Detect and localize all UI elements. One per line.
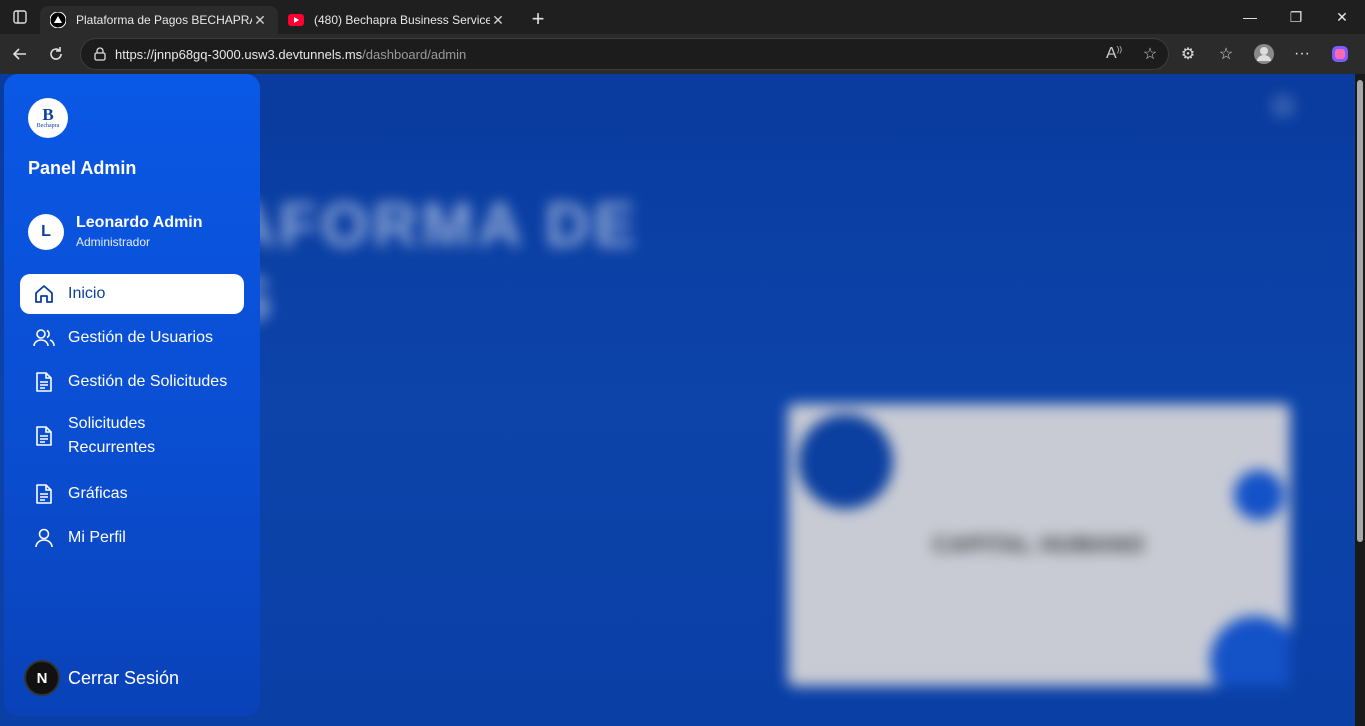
- sidebar-item-recurrentes[interactable]: Solicitudes Recurrentes: [20, 406, 244, 466]
- browser-toolbar: https://jnnp68gq-3000.usw3.devtunnels.ms…: [0, 34, 1365, 74]
- logout-avatar: N: [24, 660, 60, 696]
- sidebar-item-graficas[interactable]: Gráficas: [20, 474, 244, 514]
- sidebar-item-solicitudes[interactable]: Gestión de Solicitudes: [20, 362, 244, 402]
- tab-actions-icon: [13, 10, 27, 24]
- minimize-icon[interactable]: —: [1227, 0, 1273, 34]
- document-icon: [20, 425, 68, 447]
- url-host: https://jnnp68gq-3000.usw3.devtunnels.ms: [115, 46, 363, 62]
- address-bar[interactable]: https://jnnp68gq-3000.usw3.devtunnels.ms…: [80, 38, 1169, 70]
- extensions-icon[interactable]: ⚙: [1169, 38, 1207, 70]
- hero-title-line: S: [230, 263, 639, 337]
- sidebar-item-label: Gestión de Usuarios: [68, 329, 213, 346]
- close-window-icon[interactable]: ✕: [1319, 0, 1365, 34]
- document-icon: [20, 483, 68, 505]
- user-icon: [20, 527, 68, 549]
- copilot-icon[interactable]: [1321, 38, 1359, 70]
- decorative-dot: [1271, 94, 1295, 118]
- user-name: Leonardo Admin: [76, 214, 203, 231]
- url-path: /dashboard/admin: [362, 46, 467, 62]
- sidebar-item-label: Mi Perfil: [68, 529, 126, 546]
- home-icon: [20, 283, 68, 305]
- read-aloud-icon[interactable]: A)): [1096, 45, 1132, 63]
- page-viewport: AFORMA DE S CAPITAL HUMANO B Bechapra Pa…: [0, 74, 1365, 726]
- restore-icon[interactable]: ❐: [1273, 0, 1319, 34]
- decorative-circle: [1234, 470, 1284, 520]
- youtube-favicon-icon: [288, 12, 304, 28]
- back-button[interactable]: [4, 38, 36, 70]
- url-text: https://jnnp68gq-3000.usw3.devtunnels.ms…: [115, 47, 1096, 62]
- bechapra-logo: B Bechapra: [28, 98, 68, 138]
- logout-label: Cerrar Sesión: [68, 667, 180, 688]
- sidebar-item-label: Solicitudes Recurrentes: [68, 415, 156, 456]
- logo-text: Bechapra: [36, 123, 60, 129]
- close-tab-icon[interactable]: ✕: [490, 12, 506, 28]
- new-tab-button[interactable]: +: [522, 5, 554, 33]
- hero-illustration-card: CAPITAL HUMANO: [788, 404, 1290, 686]
- user-role: Administrador: [76, 235, 151, 249]
- close-tab-icon[interactable]: ✕: [252, 12, 268, 28]
- more-options-icon[interactable]: ···: [1283, 38, 1321, 70]
- window-controls: — ❐ ✕: [1227, 0, 1365, 34]
- page-scrollbar[interactable]: [1355, 74, 1365, 726]
- toolbar-right-buttons: ⚙ ☆ ···: [1169, 38, 1359, 70]
- admin-sidebar: B Bechapra Panel Admin L Leonardo Admin …: [4, 74, 260, 716]
- favorites-icon[interactable]: ☆: [1207, 38, 1245, 70]
- tab-title: Plataforma de Pagos BECHAPRA: [76, 13, 252, 27]
- browser-tabbar: Plataforma de Pagos BECHAPRA ✕ (480) Bec…: [0, 0, 1365, 34]
- hero-title: AFORMA DE S: [230, 189, 639, 337]
- tab-title: (480) Bechapra Business Services: [314, 13, 490, 27]
- triangle-favicon-icon: [50, 12, 66, 28]
- sidebar-item-label: Gráficas: [68, 485, 128, 502]
- document-icon: [20, 371, 68, 393]
- sidebar-item-perfil[interactable]: Mi Perfil: [20, 518, 244, 558]
- site-info-icon[interactable]: [85, 47, 115, 61]
- logout-button[interactable]: N Cerrar Sesión: [24, 660, 179, 696]
- tab-plataforma[interactable]: Plataforma de Pagos BECHAPRA ✕: [40, 6, 278, 34]
- sidebar-item-label: Gestión de Solicitudes: [68, 373, 228, 390]
- panel-title: Panel Admin: [28, 158, 137, 178]
- decorative-circle: [1210, 616, 1290, 686]
- sidebar-item-inicio[interactable]: Inicio: [20, 274, 244, 314]
- reload-icon: [50, 47, 62, 60]
- tab-actions-button[interactable]: [0, 0, 40, 34]
- hero-title-line: AFORMA DE: [230, 191, 640, 260]
- logo-letter: B: [42, 105, 54, 124]
- card-caption: CAPITAL HUMANO: [932, 532, 1146, 557]
- scrollbar-thumb[interactable]: [1357, 80, 1363, 542]
- favorite-star-icon[interactable]: ☆: [1132, 44, 1168, 64]
- sidebar-item-usuarios[interactable]: Gestión de Usuarios: [20, 318, 244, 358]
- sidebar-item-label: Inicio: [68, 285, 106, 302]
- users-icon: [20, 327, 68, 349]
- tab-youtube[interactable]: (480) Bechapra Business Services ✕: [278, 6, 516, 34]
- decorative-circle: [798, 414, 893, 509]
- profile-avatar-icon[interactable]: [1245, 38, 1283, 70]
- user-avatar: L: [28, 214, 64, 250]
- back-arrow-icon: [12, 48, 26, 60]
- reload-button[interactable]: [40, 38, 72, 70]
